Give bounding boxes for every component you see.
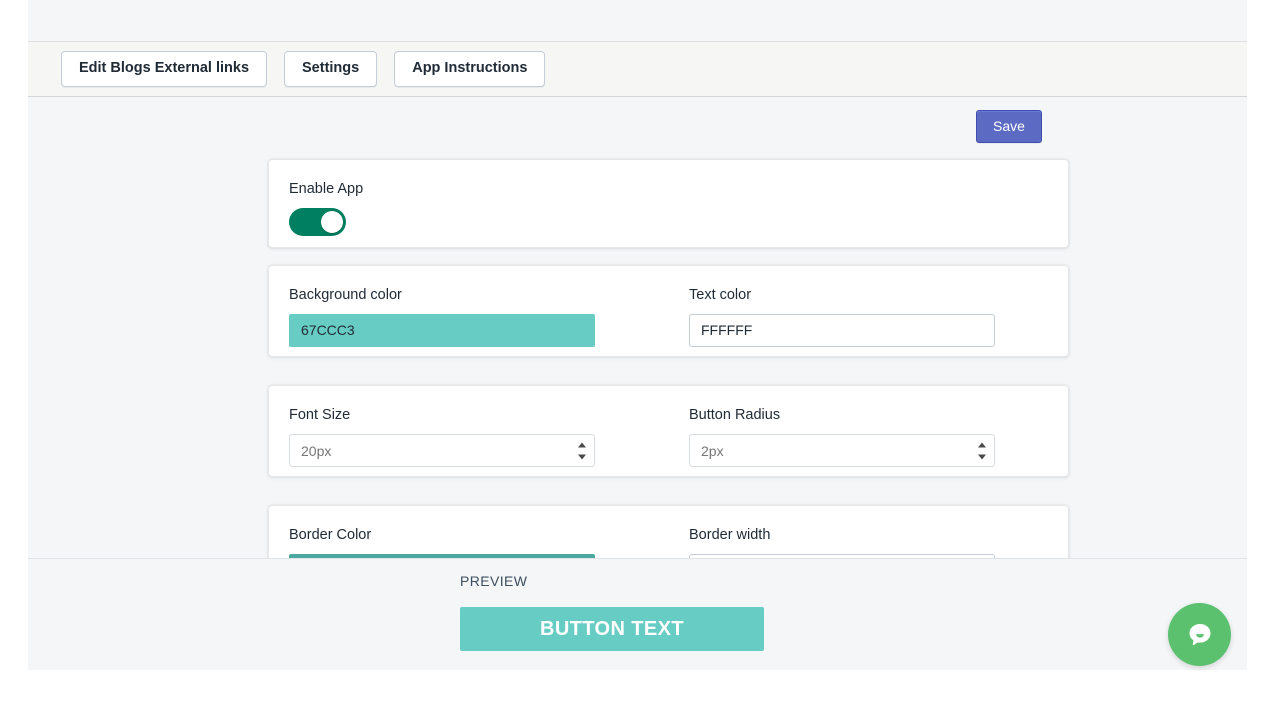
preview-bar: PREVIEW BUTTON TEXT	[28, 558, 1247, 670]
stepper-up-icon[interactable]	[578, 442, 586, 448]
border-width-label: Border width	[689, 527, 771, 543]
text-color-input[interactable]: FFFFFF	[689, 314, 995, 348]
button-radius-input[interactable]	[689, 434, 995, 468]
card-enable-app: Enable App	[268, 159, 1069, 248]
tab-app-instructions[interactable]: App Instructions	[394, 51, 546, 87]
background-color-label: Background color	[289, 287, 402, 303]
text-color-label: Text color	[689, 287, 752, 303]
field-font-size: Font Size	[289, 405, 595, 468]
field-text-color: Text color FFFFFF	[689, 285, 995, 348]
toggle-knob	[321, 211, 343, 234]
font-size-stepper[interactable]	[578, 442, 587, 460]
button-radius-stepper[interactable]	[978, 442, 987, 460]
save-row: Save	[976, 110, 1042, 143]
chat-launcher-button[interactable]	[1168, 603, 1231, 666]
card-colors: Background color 67CCC3 Text color FFFFF…	[268, 265, 1069, 357]
field-button-radius: Button Radius	[689, 405, 995, 468]
font-size-input[interactable]	[289, 434, 595, 468]
stepper-up-icon[interactable]	[978, 442, 986, 448]
preview-label: PREVIEW	[460, 573, 528, 589]
stepper-down-icon[interactable]	[978, 454, 986, 460]
app-toolbar: Edit Blogs External links Settings App I…	[28, 41, 1247, 97]
enable-app-label: Enable App	[289, 181, 364, 197]
card-typography: Font Size Button Radius	[268, 385, 1069, 477]
font-size-label: Font Size	[289, 407, 351, 423]
stepper-down-icon[interactable]	[578, 454, 586, 460]
tab-edit-blogs-external-links[interactable]: Edit Blogs External links	[61, 51, 268, 87]
background-color-input[interactable]: 67CCC3	[289, 314, 595, 348]
chat-bubble-icon	[1189, 623, 1210, 645]
preview-button[interactable]: BUTTON TEXT	[460, 607, 764, 651]
field-background-color: Background color 67CCC3	[289, 285, 595, 348]
tab-settings[interactable]: Settings	[284, 51, 378, 87]
border-color-label: Border Color	[289, 527, 372, 543]
save-button[interactable]: Save	[976, 110, 1042, 143]
button-radius-label: Button Radius	[689, 407, 781, 423]
enable-app-toggle[interactable]	[289, 208, 346, 237]
